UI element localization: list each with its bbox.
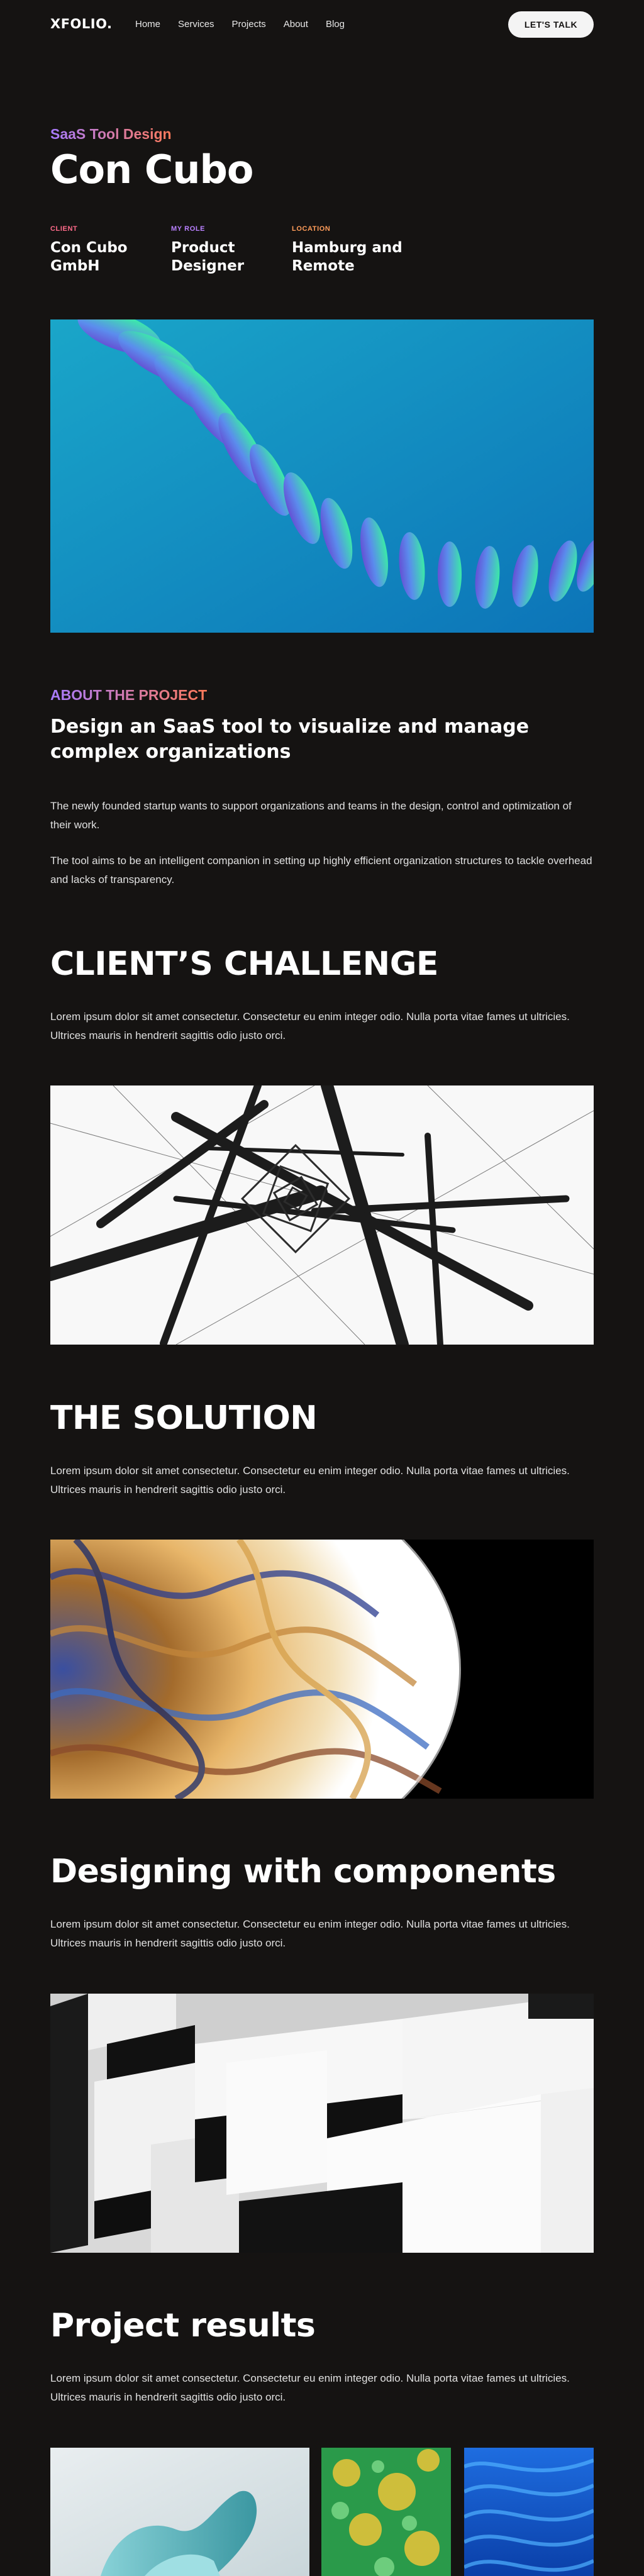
nav-link-blog[interactable]: Blog [326,19,345,30]
meta-client: CLIENT Con Cubo GmbH [50,225,128,275]
logo[interactable]: XFOLIO. [50,16,112,31]
page-title: Con Cubo [50,147,253,192]
results-image-1 [50,2448,309,2576]
about-label: ABOUT THE PROJECT [50,687,208,703]
hero-image [50,319,594,633]
meta-location: LOCATION Hamburg and Remote [292,225,402,275]
meta-location-value-line2: Remote [292,258,355,274]
nav-link-about[interactable]: About [284,19,308,30]
challenge-heading: CLIENT’S CHALLENGE [50,945,438,983]
nav-link-projects[interactable]: Projects [232,19,266,30]
components-text: Lorem ipsum dolor sit amet consectetur. … [50,1918,570,1949]
challenge-image [50,1085,594,1345]
about-paragraph-1: The newly founded startup wants to suppo… [50,800,572,831]
meta-role-value-line2: Designer [171,258,245,274]
results-text: Lorem ipsum dolor sit amet consectetur. … [50,2372,570,2403]
top-navigation: XFOLIO. Home Services Projects About Blo… [0,0,644,50]
about-paragraph-2: The tool aims to be an intelligent compa… [50,855,592,886]
results-image-3 [464,2448,594,2576]
solution-image [50,1540,594,1799]
meta-client-value-line1: Con Cubo [50,240,128,256]
solution-heading: THE SOLUTION [50,1399,318,1437]
meta-location-value-line1: Hamburg and [292,240,402,256]
about-heading: Design an SaaS tool to visualize and man… [50,716,530,763]
meta-client-value-line2: GmbH [50,258,100,274]
project-category: SaaS Tool Design [50,126,172,142]
components-image [50,1994,594,2253]
meta-client-label: CLIENT [50,225,78,233]
lets-talk-button[interactable]: LET'S TALK [508,11,594,38]
nav-link-services[interactable]: Services [178,19,214,30]
meta-location-label: LOCATION [292,225,331,233]
nav-links: Home Services Projects About Blog [135,19,345,30]
results-heading: Project results [50,2307,316,2345]
meta-role: MY ROLE Product Designer [171,225,244,275]
nav-link-home[interactable]: Home [135,19,160,30]
meta-role-label: MY ROLE [171,225,206,233]
components-heading: Designing with components [50,1853,556,1890]
solution-text: Lorem ipsum dolor sit amet consectetur. … [50,1465,570,1496]
meta-role-value-line1: Product [171,240,235,256]
challenge-text: Lorem ipsum dolor sit amet consectetur. … [50,1011,570,1041]
results-image-2 [321,2448,451,2576]
